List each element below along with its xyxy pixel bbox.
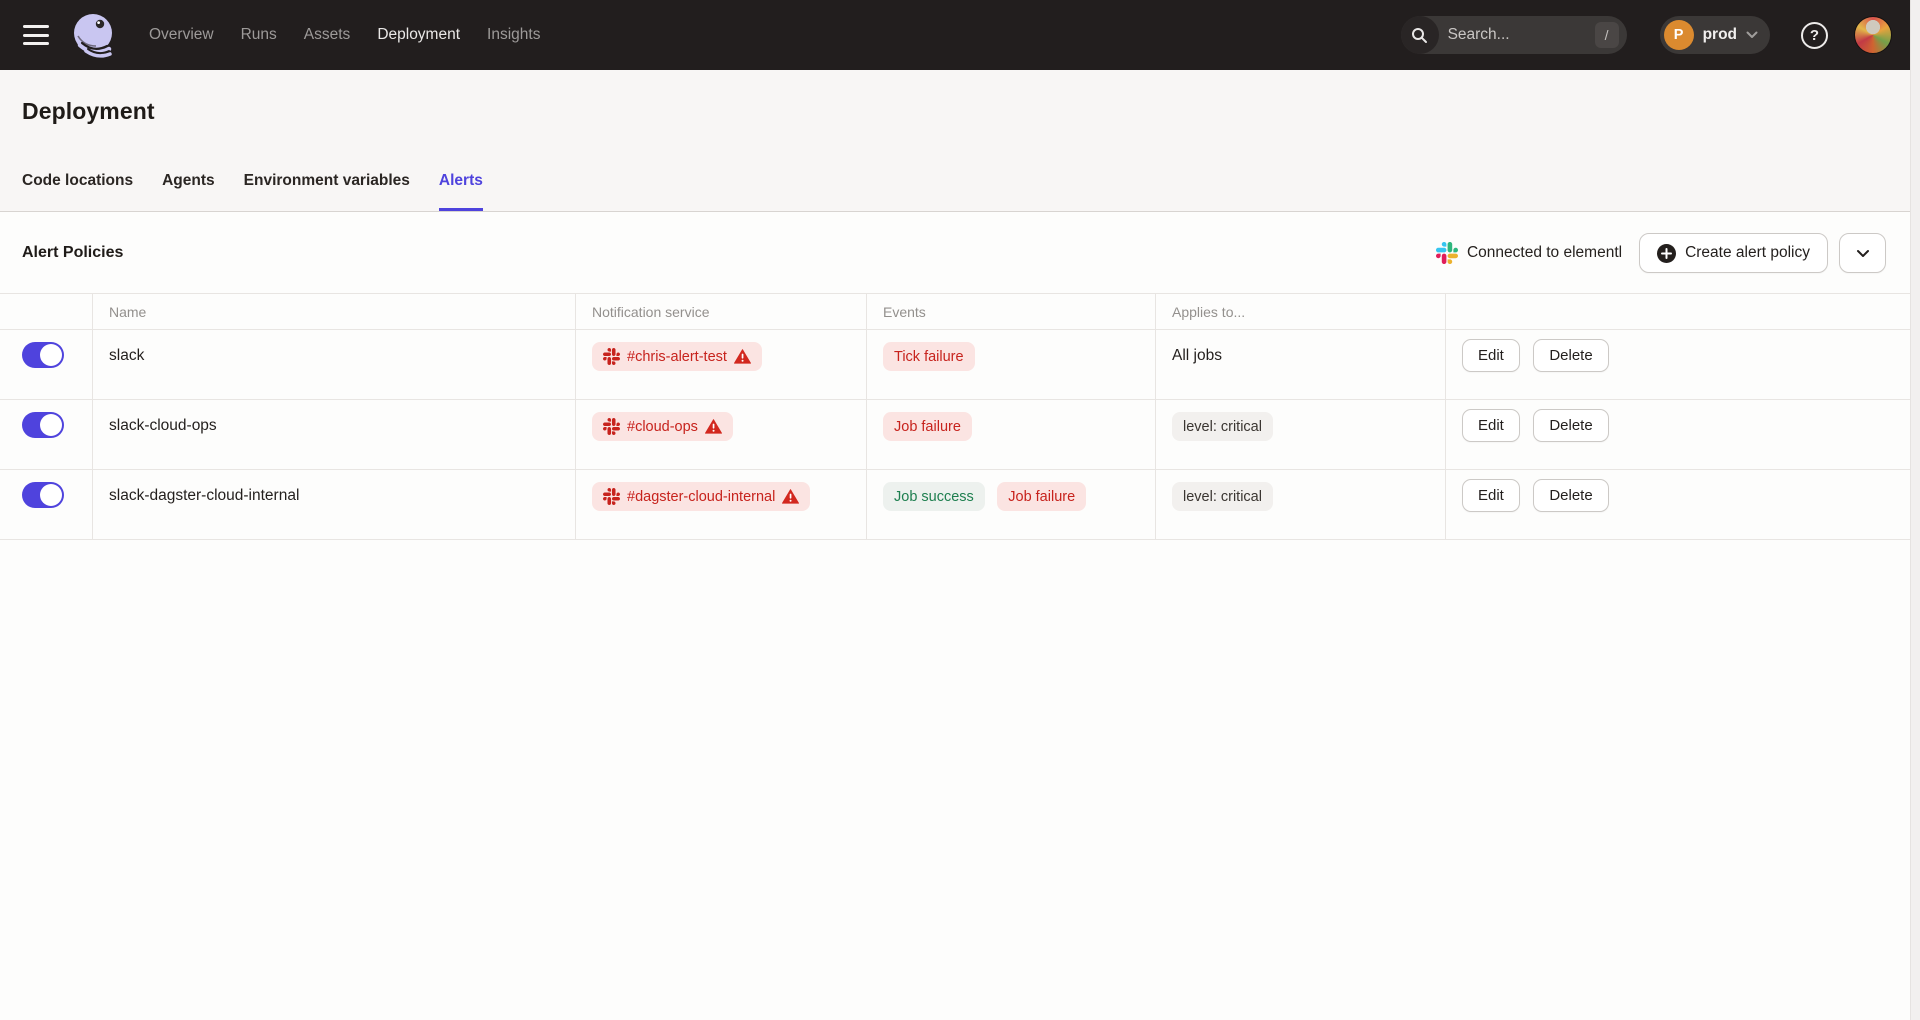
search-input[interactable]: Search... / [1401, 16, 1627, 54]
slack-icon [1436, 242, 1458, 264]
event-chip: Job success [883, 482, 985, 511]
search-shortcut-badge: / [1595, 22, 1619, 48]
deployment-name: prod [1703, 26, 1737, 44]
nav-deployment[interactable]: Deployment [377, 26, 460, 44]
policy-enabled-toggle[interactable] [22, 412, 64, 438]
policy-name: slack [92, 330, 575, 399]
dagster-octopus-icon [71, 12, 118, 59]
edit-button[interactable]: Edit [1462, 479, 1520, 512]
table-row: slack-cloud-ops #cloud-ops Job failure l… [0, 400, 1910, 470]
slack-icon-red [603, 488, 620, 505]
tab-environment-variables[interactable]: Environment variables [244, 172, 410, 211]
delete-button[interactable]: Delete [1533, 339, 1608, 372]
primary-nav: Overview Runs Assets Deployment Insights [149, 26, 540, 44]
tab-code-locations[interactable]: Code locations [22, 172, 133, 211]
notification-service-chip: #chris-alert-test [592, 342, 762, 371]
search-icon [1401, 16, 1439, 54]
nav-assets[interactable]: Assets [304, 26, 351, 44]
section-title: Alert Policies [22, 244, 123, 262]
page-header: Deployment Code locations Agents Environ… [0, 70, 1910, 212]
table-header-row: Name Notification service Events Applies… [0, 293, 1910, 330]
nav-runs[interactable]: Runs [241, 26, 277, 44]
alerts-content: Alert Policies Connected to elementl Cre… [0, 213, 1910, 540]
warning-triangle-icon [734, 349, 751, 364]
event-chip: Job failure [883, 412, 972, 441]
edit-button[interactable]: Edit [1462, 409, 1520, 442]
alert-policies-table: Name Notification service Events Applies… [0, 293, 1910, 540]
applies-to-chip: level: critical [1172, 482, 1273, 511]
col-actions [1445, 294, 1910, 329]
table-row: slack-dagster-cloud-internal #dagster-cl… [0, 470, 1910, 540]
slack-connected-status: Connected to elementl [1436, 242, 1622, 264]
search-placeholder: Search... [1448, 26, 1595, 44]
plus-circle-icon [1657, 244, 1676, 263]
applies-to-chip: level: critical [1172, 412, 1273, 441]
chevron-down-icon [1746, 31, 1758, 39]
navbar-right-group: Search... / P prod ? [1401, 16, 1892, 54]
top-navbar: Overview Runs Assets Deployment Insights… [0, 0, 1910, 70]
slack-icon-red [603, 418, 620, 435]
col-applies-to: Applies to... [1155, 294, 1445, 329]
dagster-logo[interactable] [71, 12, 118, 59]
warning-triangle-icon [782, 489, 799, 504]
app-root: Overview Runs Assets Deployment Insights… [0, 0, 1920, 1020]
deployment-switcher[interactable]: P prod [1660, 16, 1770, 54]
col-name: Name [92, 294, 575, 329]
scrollbar[interactable] [1910, 0, 1920, 1020]
notification-service-chip: #dagster-cloud-internal [592, 482, 810, 511]
delete-button[interactable]: Delete [1533, 409, 1608, 442]
more-options-button[interactable] [1839, 233, 1886, 273]
deployment-initial-badge: P [1664, 20, 1694, 50]
menu-icon[interactable] [23, 25, 49, 45]
toolbar-actions: Connected to elementl Create alert polic… [1436, 233, 1886, 273]
policy-enabled-toggle[interactable] [22, 342, 64, 368]
create-alert-policy-button[interactable]: Create alert policy [1639, 233, 1828, 273]
alert-policies-toolbar: Alert Policies Connected to elementl Cre… [0, 213, 1910, 293]
notification-service-chip: #cloud-ops [592, 412, 733, 441]
tab-alerts[interactable]: Alerts [439, 172, 483, 211]
chevron-down-icon [1856, 249, 1870, 258]
col-toggle [0, 294, 92, 329]
warning-triangle-icon [705, 419, 722, 434]
question-mark-icon: ? [1810, 27, 1819, 44]
event-chip: Tick failure [883, 342, 975, 371]
tab-agents[interactable]: Agents [162, 172, 215, 211]
table-row: slack #chris-alert-test Tick failure All… [0, 330, 1910, 400]
policy-enabled-toggle[interactable] [22, 482, 64, 508]
user-avatar[interactable] [1854, 16, 1892, 54]
connected-label: Connected to elementl [1467, 244, 1622, 262]
help-button[interactable]: ? [1801, 22, 1828, 49]
policy-name: slack-dagster-cloud-internal [92, 470, 575, 539]
edit-button[interactable]: Edit [1462, 339, 1520, 372]
delete-button[interactable]: Delete [1533, 479, 1608, 512]
col-events: Events [866, 294, 1155, 329]
policy-name: slack-cloud-ops [92, 400, 575, 469]
nav-overview[interactable]: Overview [149, 26, 214, 44]
event-chip: Job failure [997, 482, 1086, 511]
deployment-tabs: Code locations Agents Environment variab… [22, 172, 483, 211]
applies-to-value: All jobs [1172, 342, 1222, 365]
nav-insights[interactable]: Insights [487, 26, 540, 44]
page-title: Deployment [22, 98, 155, 125]
slack-icon-red [603, 348, 620, 365]
col-notification-service: Notification service [575, 294, 866, 329]
